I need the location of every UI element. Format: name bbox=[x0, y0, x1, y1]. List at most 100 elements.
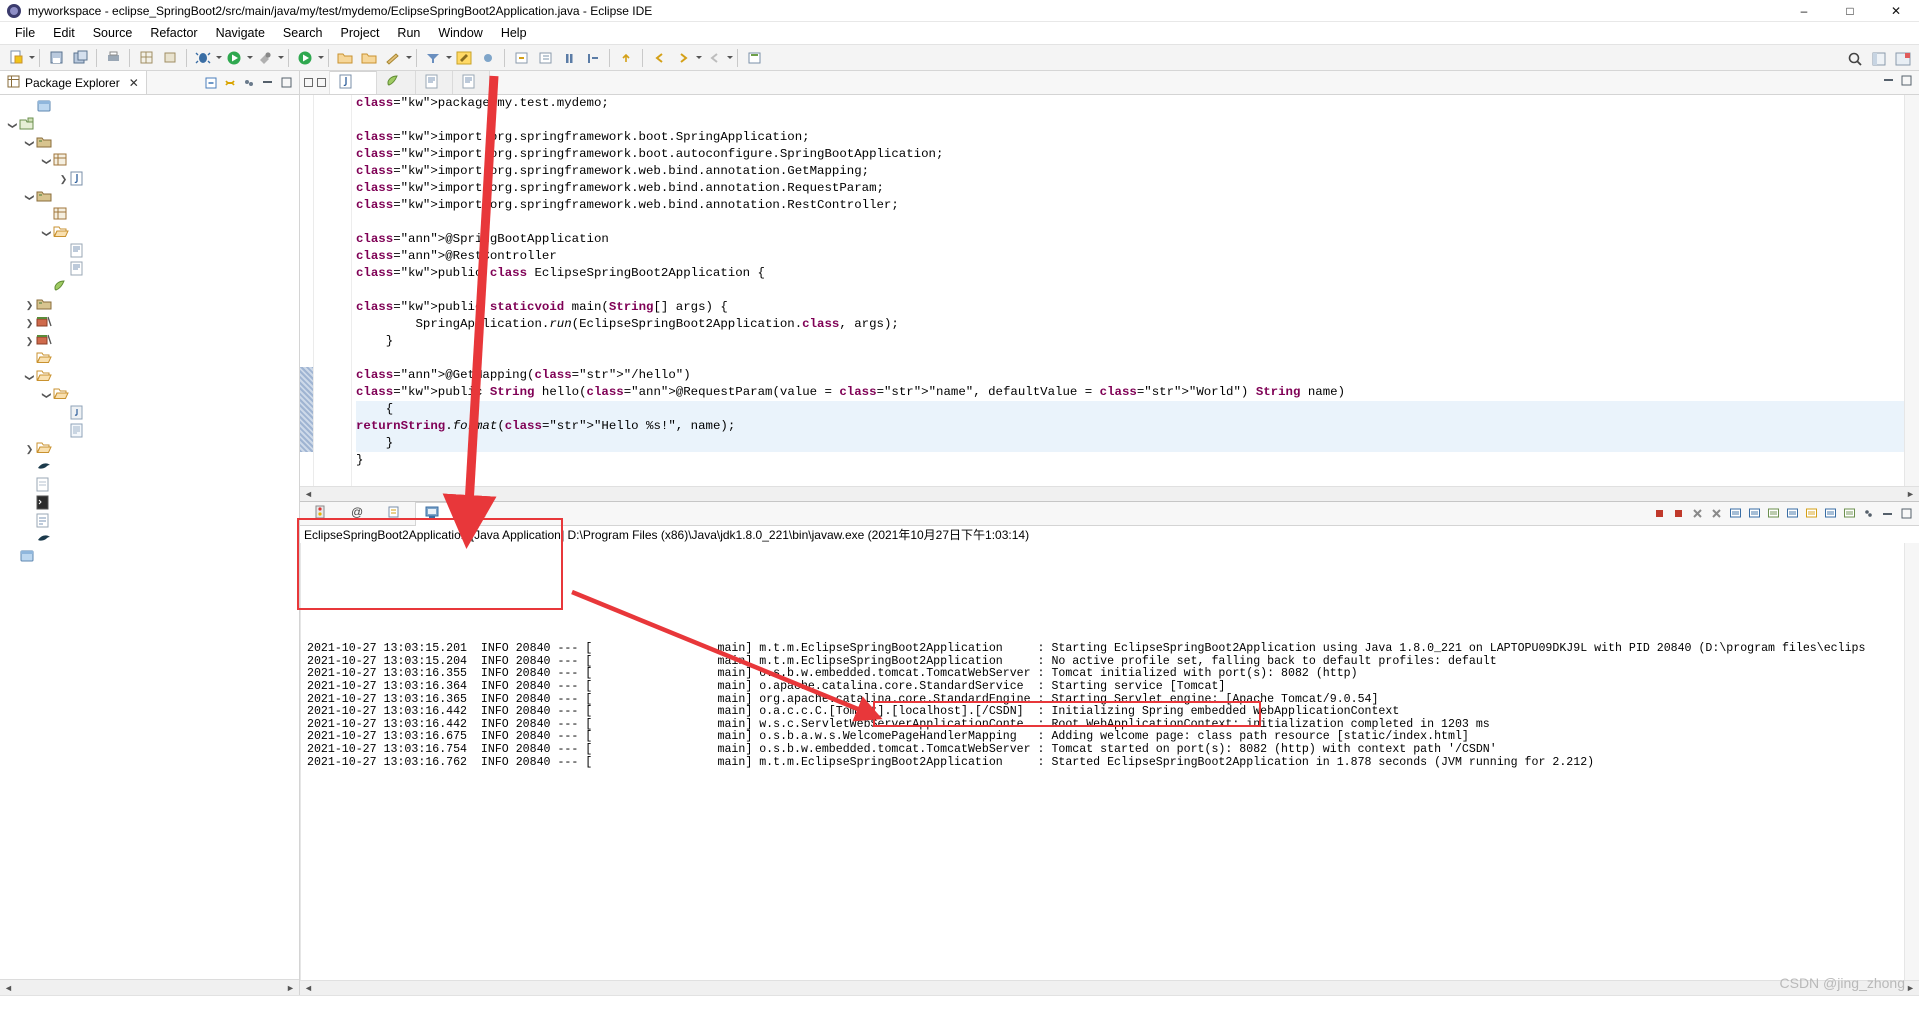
editor-source-text[interactable]: class ="kw">package my.test.mydemo; class… bbox=[352, 95, 1919, 486]
tree-item[interactable]: ❯ bbox=[0, 188, 299, 206]
package-explorer-hscrollbar[interactable]: ◄ ► bbox=[0, 979, 299, 995]
tree-item[interactable]: ❯ bbox=[0, 440, 299, 458]
new-icon[interactable] bbox=[5, 47, 27, 69]
bottom-tab[interactable] bbox=[378, 502, 415, 526]
pause-icon[interactable] bbox=[558, 47, 580, 69]
scroll-right-icon[interactable]: ► bbox=[1904, 983, 1917, 993]
editor-horizontal-scrollbar[interactable]: ◄ ► bbox=[300, 486, 1919, 501]
menu-file[interactable]: File bbox=[6, 24, 44, 42]
restore-icon[interactable] bbox=[303, 78, 313, 87]
chevron-down-icon[interactable]: ❯ bbox=[41, 227, 52, 240]
new-wizard-icon[interactable] bbox=[382, 47, 404, 69]
chevron-right-icon[interactable]: ❯ bbox=[23, 300, 36, 311]
tree-item[interactable]: ❯ bbox=[0, 224, 299, 242]
menu-search[interactable]: Search bbox=[274, 24, 332, 42]
editor-vertical-scrollbar[interactable] bbox=[1904, 95, 1919, 486]
back-history-icon[interactable] bbox=[703, 47, 725, 69]
maximize-icon[interactable] bbox=[278, 74, 295, 91]
wizard-dropdown-icon[interactable] bbox=[406, 56, 412, 59]
terminate-icon[interactable] bbox=[1650, 505, 1668, 523]
tree-item[interactable] bbox=[0, 350, 299, 368]
menu-project[interactable]: Project bbox=[332, 24, 389, 42]
new-dropdown-icon[interactable] bbox=[29, 56, 35, 59]
chevron-right-icon[interactable]: ❯ bbox=[57, 174, 70, 185]
tree-item[interactable] bbox=[0, 404, 299, 422]
tree-item[interactable] bbox=[0, 278, 299, 296]
open-perspective-icon[interactable] bbox=[1868, 48, 1890, 70]
run-dropdown-icon[interactable] bbox=[247, 56, 253, 59]
menu-run[interactable]: Run bbox=[388, 24, 429, 42]
console-output[interactable]: 2021-10-27 13:03:15.201 INFO 20840 --- [… bbox=[300, 543, 1919, 980]
tree-item[interactable]: ❯ bbox=[0, 332, 299, 350]
fold-toggle-icon[interactable] bbox=[340, 367, 351, 384]
coverage-icon[interactable] bbox=[294, 47, 316, 69]
chevron-down-icon[interactable]: ❯ bbox=[41, 155, 52, 168]
tree-item[interactable] bbox=[0, 458, 299, 476]
pin-editor-icon[interactable] bbox=[743, 47, 765, 69]
editor-tab[interactable] bbox=[377, 71, 416, 94]
tree-item[interactable] bbox=[0, 548, 299, 566]
remove-launch-icon[interactable] bbox=[1688, 505, 1706, 523]
java-perspective-icon[interactable] bbox=[1892, 48, 1914, 70]
view-menu-icon[interactable] bbox=[240, 74, 257, 91]
new-java-project-icon[interactable] bbox=[135, 47, 157, 69]
scroll-left-icon[interactable]: ◄ bbox=[302, 983, 315, 993]
minimize-icon[interactable] bbox=[259, 74, 276, 91]
menu-edit[interactable]: Edit bbox=[44, 24, 84, 42]
minimize-button[interactable]: – bbox=[1781, 0, 1827, 22]
scroll-right-icon[interactable]: ► bbox=[1904, 489, 1917, 499]
print-icon[interactable] bbox=[102, 47, 124, 69]
new-package-icon[interactable] bbox=[159, 47, 181, 69]
hscroll-track[interactable] bbox=[15, 982, 284, 993]
chevron-down-icon[interactable]: ❯ bbox=[7, 119, 18, 132]
code-editor[interactable]: class ="kw">package my.test.mydemo; class… bbox=[300, 95, 1919, 486]
new-console-view-icon[interactable] bbox=[1840, 505, 1858, 523]
search-filter-dropdown-icon[interactable] bbox=[446, 56, 452, 59]
project-tree[interactable]: ❯ ❯ ❯ ❯ ❯ ❯ ❯ ❯ ❯ ❯ ❯ ❯ bbox=[0, 95, 299, 979]
maximize-button[interactable]: □ bbox=[1827, 0, 1873, 22]
chevron-right-icon[interactable]: ❯ bbox=[23, 336, 36, 347]
close-icon[interactable]: ✕ bbox=[129, 76, 139, 90]
editor-tab[interactable] bbox=[330, 71, 377, 94]
chevron-right-icon[interactable]: ❯ bbox=[23, 318, 36, 329]
scroll-lock-icon[interactable] bbox=[1802, 505, 1820, 523]
chevron-down-icon[interactable]: ❯ bbox=[41, 389, 52, 402]
tree-item[interactable]: ❯ bbox=[0, 296, 299, 314]
bottom-tab[interactable] bbox=[463, 502, 500, 526]
tree-item[interactable] bbox=[0, 206, 299, 224]
last-edit-location-icon[interactable] bbox=[615, 47, 637, 69]
run-external-tools-icon[interactable] bbox=[254, 47, 276, 69]
tree-item[interactable] bbox=[0, 530, 299, 548]
menu-window[interactable]: Window bbox=[429, 24, 491, 42]
previous-annotation-icon[interactable] bbox=[534, 47, 556, 69]
tree-item[interactable] bbox=[0, 512, 299, 530]
fold-toggle-icon[interactable] bbox=[340, 129, 351, 146]
tree-item[interactable] bbox=[0, 98, 299, 116]
console-vertical-scrollbar[interactable] bbox=[1904, 543, 1919, 980]
terminate-all-icon[interactable] bbox=[1669, 505, 1687, 523]
link-with-editor-icon[interactable] bbox=[221, 74, 238, 91]
menu-help[interactable]: Help bbox=[492, 24, 536, 42]
tree-item[interactable] bbox=[0, 422, 299, 440]
open-folder-icon[interactable] bbox=[334, 47, 356, 69]
run-icon[interactable] bbox=[223, 47, 245, 69]
back-history-dropdown-icon[interactable] bbox=[727, 56, 733, 59]
remove-all-launches-icon[interactable] bbox=[1707, 505, 1725, 523]
console-horizontal-scrollbar[interactable]: ◄ ► bbox=[300, 980, 1919, 995]
save-icon[interactable] bbox=[45, 47, 67, 69]
tree-item[interactable]: ❯ bbox=[0, 314, 299, 332]
next-annotation-icon[interactable] bbox=[510, 47, 532, 69]
menu-navigate[interactable]: Navigate bbox=[207, 24, 274, 42]
bottom-tab[interactable] bbox=[415, 501, 463, 526]
chevron-right-icon[interactable]: ❯ bbox=[23, 444, 36, 455]
display-selected-console-icon[interactable] bbox=[1783, 505, 1801, 523]
view-menu-icon[interactable] bbox=[1859, 505, 1877, 523]
minimize-icon[interactable] bbox=[1878, 505, 1896, 523]
tree-item[interactable] bbox=[0, 494, 299, 512]
tree-item[interactable]: ❯ bbox=[0, 152, 299, 170]
chevron-down-icon[interactable]: ❯ bbox=[24, 137, 35, 150]
maximize-icon[interactable] bbox=[1901, 75, 1913, 90]
chevron-down-icon[interactable]: ❯ bbox=[24, 371, 35, 384]
editor-tab[interactable] bbox=[453, 71, 490, 94]
tree-item[interactable]: ❯ bbox=[0, 170, 299, 188]
